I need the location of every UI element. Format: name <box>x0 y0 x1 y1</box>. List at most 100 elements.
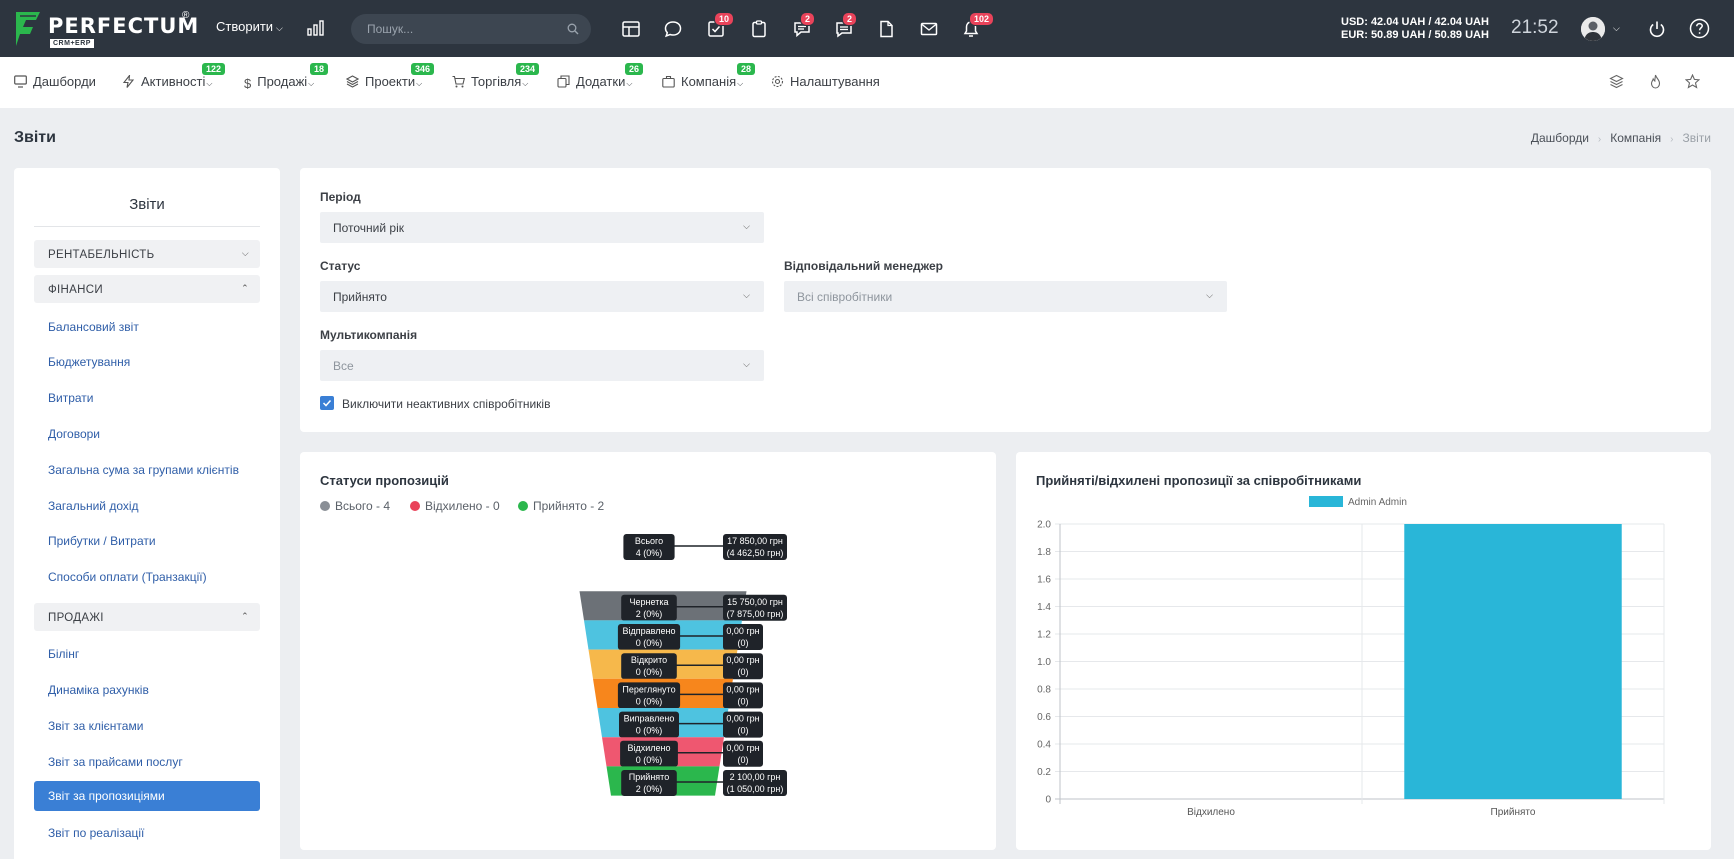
status-select[interactable]: Прийнято ⌵ <box>320 281 764 312</box>
nav-projects[interactable]: Проекти⌵ 346 <box>346 63 435 89</box>
breadcrumb-dashboards[interactable]: Дашборди <box>1531 131 1589 145</box>
link-proposals-report[interactable]: Звіт за пропозиціями <box>34 781 260 811</box>
link-balance-report[interactable]: Балансовий звіт <box>48 320 139 334</box>
legend-total-label: Всього - 4 <box>335 499 391 513</box>
funnel-stage-amount: 0,00 грн <box>726 743 759 753</box>
tasks-icon[interactable]: 10 <box>706 12 735 39</box>
statistics-icon[interactable] <box>307 20 325 36</box>
nav-settings[interactable]: Налаштування <box>771 74 880 89</box>
funnel-stage-amount: 17 850,00 грн <box>727 536 783 546</box>
link-client-groups-total[interactable]: Загальна сума за групами клієнтів <box>48 463 239 477</box>
messages-icon[interactable]: 2 <box>834 12 858 39</box>
funnel-stage-name: Прийнято <box>629 772 669 782</box>
link-total-income[interactable]: Загальний дохід <box>48 499 139 513</box>
calendar-icon[interactable] <box>621 19 641 39</box>
nav-company-badge: 28 <box>737 63 756 75</box>
bar-chart-title: Прийняті/відхилені пропозиції за співроб… <box>1036 473 1362 488</box>
section-finance[interactable]: ФІНАНСИ ⌃ <box>34 275 260 303</box>
link-contracts[interactable]: Договори <box>48 427 100 441</box>
copy-icon <box>557 75 570 88</box>
create-dropdown[interactable]: Створити ⌵ <box>216 19 283 34</box>
document-icon[interactable] <box>876 19 896 39</box>
layers-icon[interactable] <box>1609 74 1624 89</box>
search-icon[interactable] <box>567 23 579 35</box>
link-realization-report[interactable]: Звіт по реалізації <box>48 826 144 840</box>
exclude-inactive-label[interactable]: Виключити неактивних співробітників <box>342 397 550 411</box>
chat-bubble-icon[interactable] <box>663 19 683 39</box>
exclude-inactive-checkbox[interactable] <box>320 396 334 410</box>
create-label: Створити <box>216 19 274 34</box>
manager-select[interactable]: Всі співробітники ⌵ <box>784 281 1227 312</box>
nav-dashboards-label: Дашборди <box>33 74 96 89</box>
funnel-stage-label: Переглянуто 0 (0%) <box>617 682 681 709</box>
nav-trade[interactable]: Торгівля⌵ 234 <box>452 63 540 89</box>
nav-company-label: Компанія <box>681 74 737 89</box>
legend-dot <box>518 501 528 511</box>
proposal-status-card: Статуси пропозицій Всього - 4 Відхилено … <box>300 452 996 850</box>
link-income-expenses[interactable]: Прибутки / Витрати <box>48 534 156 548</box>
logo[interactable]: PERFECTUM ® CRM+ERP <box>14 10 199 50</box>
funnel-stage-amount: 0,00 грн <box>726 684 759 694</box>
star-icon[interactable] <box>1685 74 1700 89</box>
nav-company[interactable]: Компанія⌵ 28 <box>662 63 756 89</box>
link-invoice-dynamics[interactable]: Динаміка рахунків <box>48 683 149 697</box>
link-billing[interactable]: Білінг <box>48 647 79 661</box>
link-budgeting[interactable]: Бюджетування <box>48 355 130 369</box>
main-navigation: Дашборди Активності⌵ 122 $ Продажі⌵ 18 Пр… <box>0 57 1734 108</box>
nav-activities[interactable]: Активності⌵ 122 <box>122 63 226 89</box>
user-menu-chevron-icon[interactable]: ⌵ <box>1613 23 1620 34</box>
chevron-down-icon: ⌵ <box>737 79 744 88</box>
mail-icon[interactable] <box>919 19 939 39</box>
breadcrumb-separator: › <box>1597 134 1602 145</box>
link-payment-methods[interactable]: Способи оплати (Транзакції) <box>48 570 207 584</box>
y-tick-label: 2.0 <box>1037 520 1051 531</box>
funnel-stage-amount-sub: (7 875,00 грн) <box>727 609 784 619</box>
fire-icon[interactable] <box>1648 74 1663 89</box>
section-profitability[interactable]: РЕНТАБЕЛЬНІСТЬ ⌵ <box>34 240 260 268</box>
funnel-stage-count: 0 (0%) <box>636 755 663 765</box>
nav-activities-badge: 122 <box>202 63 226 75</box>
usd-rate: USD: 42.04 UAH / 42.04 UAH <box>1341 16 1489 28</box>
top-bar: PERFECTUM ® CRM+ERP Створити⌵ 10 2 2 <box>0 0 1734 57</box>
link-expenses[interactable]: Витрати <box>48 391 94 405</box>
nav-projects-badge: 346 <box>411 63 435 75</box>
logo-mark-icon <box>16 12 40 46</box>
team-chat-icon[interactable]: 2 <box>792 12 816 39</box>
logo-text: PERFECTUM <box>48 14 200 38</box>
period-select[interactable]: Поточний рік ⌵ <box>320 212 764 243</box>
y-tick-label: 1.0 <box>1037 657 1051 668</box>
clipboard-icon[interactable] <box>749 19 769 39</box>
nav-settings-label: Налаштування <box>790 74 880 89</box>
link-service-prices-report[interactable]: Звіт за прайсами послуг <box>48 755 183 769</box>
nav-sales-label: Продажі <box>257 74 308 89</box>
link-clients-report[interactable]: Звіт за клієнтами <box>48 719 143 733</box>
multicompany-select[interactable]: Все ⌵ <box>320 350 764 381</box>
power-icon[interactable] <box>1647 19 1667 39</box>
funnel-stage-name: Переглянуто <box>622 684 675 694</box>
nav-sales[interactable]: $ Продажі⌵ 18 <box>244 63 329 91</box>
breadcrumb-company[interactable]: Компанія <box>1610 131 1661 145</box>
legend-rejected: Відхилено - 0 <box>410 499 500 513</box>
search-box[interactable] <box>351 14 591 44</box>
currency-rates: USD: 42.04 UAH / 42.04 UAH EUR: 50.89 UA… <box>1341 16 1489 42</box>
nav-dashboards[interactable]: Дашборди <box>14 74 96 89</box>
user-avatar[interactable] <box>1581 17 1605 41</box>
search-input[interactable] <box>367 21 557 37</box>
section-sales[interactable]: ПРОДАЖІ ⌃ <box>34 603 260 631</box>
section-profitability-label: РЕНТАБЕЛЬНІСТЬ <box>48 249 155 261</box>
multicompany-value: Все <box>333 359 354 373</box>
nav-addons[interactable]: Додатки⌵ 26 <box>557 63 644 89</box>
funnel-stage-name: Відхилено <box>627 743 670 753</box>
layers-icon <box>346 75 359 88</box>
tasks-badge: 10 <box>714 12 735 26</box>
chevron-down-icon: ⌵ <box>743 221 750 231</box>
funnel-chart: Всього 4 (0%) 17 850,00 грн (4 462,50 грн) Ч… <box>579 534 787 796</box>
y-tick-label: 1.8 <box>1037 547 1051 558</box>
funnel-stage-name: Всього <box>635 536 663 546</box>
legend-swatch <box>1309 496 1343 507</box>
bell-icon[interactable]: 102 <box>961 12 995 39</box>
help-icon[interactable] <box>1689 18 1710 39</box>
funnel-stage-label: Відхилено 0 (0%) <box>620 740 678 767</box>
status-value: Прийнято <box>333 290 387 304</box>
chevron-down-icon: ⌵ <box>241 248 249 258</box>
